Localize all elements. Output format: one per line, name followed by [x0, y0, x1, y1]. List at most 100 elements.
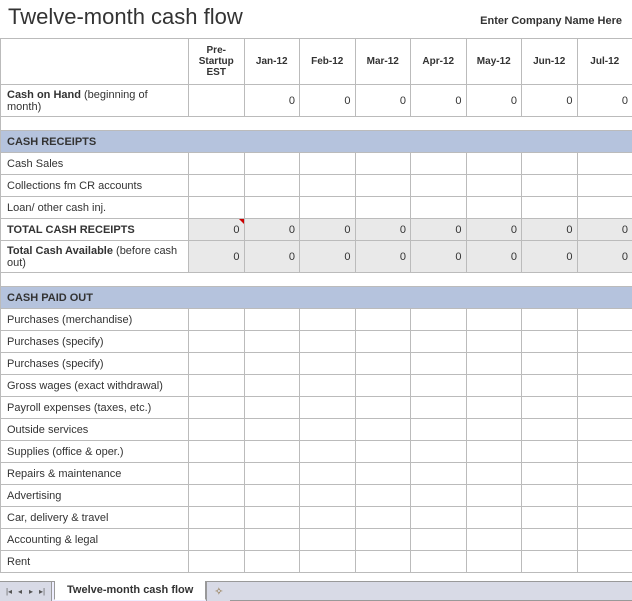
cell[interactable]	[300, 441, 356, 463]
row-label[interactable]: Collections fm CR accounts	[1, 175, 189, 197]
col-header[interactable]: Feb-12	[300, 39, 356, 85]
cell[interactable]	[244, 375, 300, 397]
cell[interactable]	[355, 309, 411, 331]
cell[interactable]: 0	[355, 219, 411, 241]
cell[interactable]	[189, 441, 245, 463]
cell[interactable]	[189, 419, 245, 441]
cell[interactable]	[466, 485, 522, 507]
cell[interactable]	[466, 309, 522, 331]
cell[interactable]	[411, 463, 467, 485]
row-label[interactable]: Accounting & legal	[1, 529, 189, 551]
row-label[interactable]: Outside services	[1, 419, 189, 441]
cell[interactable]	[300, 485, 356, 507]
cell[interactable]	[466, 463, 522, 485]
row-label[interactable]: Car, delivery & travel	[1, 507, 189, 529]
cell[interactable]	[522, 441, 578, 463]
cell[interactable]	[577, 507, 632, 529]
row-label[interactable]: Advertising	[1, 485, 189, 507]
cell[interactable]	[466, 551, 522, 573]
cell[interactable]	[300, 309, 356, 331]
cell[interactable]	[522, 507, 578, 529]
cell[interactable]	[522, 529, 578, 551]
cell[interactable]: 0	[244, 85, 300, 117]
cell[interactable]	[244, 485, 300, 507]
cell[interactable]	[355, 397, 411, 419]
cell[interactable]	[244, 175, 300, 197]
cell[interactable]	[466, 397, 522, 419]
cell[interactable]	[522, 353, 578, 375]
cell[interactable]: 0	[355, 85, 411, 117]
row-label[interactable]: Rent	[1, 551, 189, 573]
nav-next-icon[interactable]: ▸	[26, 585, 36, 599]
row-label[interactable]: Repairs & maintenance	[1, 463, 189, 485]
col-header[interactable]: Pre-Startup EST	[189, 39, 245, 85]
cell[interactable]	[244, 441, 300, 463]
cell[interactable]: 0	[355, 241, 411, 273]
cell[interactable]	[300, 331, 356, 353]
cell[interactable]	[466, 419, 522, 441]
cell[interactable]	[411, 529, 467, 551]
cell[interactable]	[355, 529, 411, 551]
cell[interactable]	[466, 353, 522, 375]
cell[interactable]	[522, 175, 578, 197]
nav-first-icon[interactable]: |◂	[4, 585, 14, 599]
nav-last-icon[interactable]: ▸|	[37, 585, 47, 599]
cell[interactable]	[189, 397, 245, 419]
cell[interactable]	[355, 197, 411, 219]
cell[interactable]	[522, 197, 578, 219]
cell[interactable]	[466, 331, 522, 353]
cell[interactable]: 0	[244, 241, 300, 273]
cell[interactable]: 0	[577, 219, 632, 241]
row-label[interactable]: TOTAL CASH RECEIPTS	[1, 219, 189, 241]
cell[interactable]	[411, 419, 467, 441]
col-header[interactable]: Jan-12	[244, 39, 300, 85]
cell[interactable]	[577, 419, 632, 441]
cell[interactable]	[300, 175, 356, 197]
cell[interactable]	[577, 463, 632, 485]
cell[interactable]	[355, 463, 411, 485]
nav-prev-icon[interactable]: ◂	[15, 585, 25, 599]
cell[interactable]	[577, 551, 632, 573]
cell[interactable]	[577, 397, 632, 419]
cell[interactable]	[522, 375, 578, 397]
cell[interactable]	[244, 419, 300, 441]
new-sheet-icon[interactable]: ✧	[206, 582, 230, 601]
cell[interactable]	[411, 485, 467, 507]
cell[interactable]	[355, 153, 411, 175]
cell[interactable]	[411, 153, 467, 175]
cell[interactable]	[300, 397, 356, 419]
cell[interactable]	[189, 353, 245, 375]
cell[interactable]: 0	[522, 219, 578, 241]
cell[interactable]	[244, 551, 300, 573]
cell[interactable]	[522, 463, 578, 485]
cell[interactable]	[355, 375, 411, 397]
cell[interactable]	[300, 375, 356, 397]
cell[interactable]	[355, 551, 411, 573]
cell[interactable]	[300, 419, 356, 441]
cell[interactable]	[300, 507, 356, 529]
cell[interactable]: 0	[189, 241, 245, 273]
cell[interactable]: 0	[300, 219, 356, 241]
cell[interactable]	[355, 419, 411, 441]
cell[interactable]	[244, 309, 300, 331]
cell[interactable]: 0	[244, 219, 300, 241]
cell[interactable]	[355, 441, 411, 463]
cell[interactable]	[355, 353, 411, 375]
cell[interactable]	[189, 331, 245, 353]
cell[interactable]	[466, 441, 522, 463]
cell[interactable]	[522, 419, 578, 441]
cell[interactable]	[522, 485, 578, 507]
cell[interactable]	[522, 153, 578, 175]
col-header[interactable]: Mar-12	[355, 39, 411, 85]
cell[interactable]	[411, 375, 467, 397]
cell[interactable]: 0	[189, 219, 245, 241]
col-header[interactable]: Jun-12	[522, 39, 578, 85]
cell[interactable]	[355, 175, 411, 197]
cell[interactable]	[466, 175, 522, 197]
cell[interactable]: 0	[411, 219, 467, 241]
cell[interactable]	[189, 485, 245, 507]
cell[interactable]	[189, 197, 245, 219]
cell[interactable]	[300, 529, 356, 551]
cell[interactable]: 0	[522, 85, 578, 117]
cell[interactable]	[189, 375, 245, 397]
